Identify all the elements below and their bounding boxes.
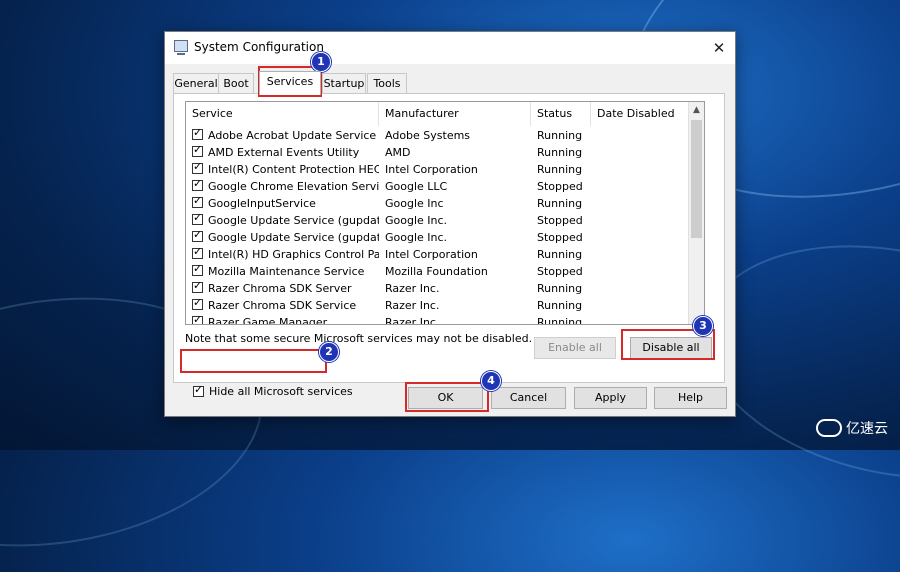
- service-name: Mozilla Maintenance Service: [208, 265, 365, 278]
- watermark-logo: 亿速云: [816, 418, 888, 438]
- column-header-service[interactable]: Service: [186, 102, 379, 126]
- apply-button[interactable]: Apply: [574, 387, 647, 409]
- table-row[interactable]: Razer Chroma SDK Server Razer Inc. Runni…: [186, 279, 688, 297]
- service-status: Stopped: [537, 231, 583, 244]
- list-header: Service Manufacturer Status Date Disable…: [186, 102, 688, 126]
- hide-microsoft-services-label: Hide all Microsoft services: [209, 385, 353, 398]
- service-status: Stopped: [537, 265, 583, 278]
- service-status: Running: [537, 197, 583, 210]
- service-checkbox[interactable]: [192, 160, 203, 174]
- tab-boot[interactable]: Boot: [218, 73, 254, 93]
- step-badge-2: 2: [319, 342, 339, 362]
- step-badge-3: 3: [693, 316, 713, 336]
- services-list: Service Manufacturer Status Date Disable…: [185, 101, 705, 325]
- service-manufacturer: AMD: [385, 146, 411, 159]
- service-checkbox[interactable]: [192, 262, 203, 276]
- service-manufacturer: Razer Inc.: [385, 299, 440, 312]
- table-row[interactable]: Google Update Service (gupdate) Google I…: [186, 211, 688, 229]
- service-checkbox[interactable]: [192, 279, 203, 293]
- column-header-date-disabled[interactable]: Date Disabled: [591, 102, 688, 126]
- tab-tools[interactable]: Tools: [367, 73, 407, 93]
- step-badge-1: 1: [311, 52, 331, 72]
- cancel-button[interactable]: Cancel: [491, 387, 566, 409]
- tab-startup[interactable]: Startup: [322, 73, 366, 93]
- column-header-manufacturer[interactable]: Manufacturer: [379, 102, 531, 126]
- service-manufacturer: Adobe Systems: [385, 129, 471, 142]
- service-name: Google Update Service (gupdate): [208, 214, 379, 227]
- tab-general[interactable]: General: [173, 73, 219, 93]
- table-row[interactable]: Google Chrome Elevation Service Google L…: [186, 177, 688, 195]
- service-name: Google Update Service (gupdatem): [208, 231, 379, 244]
- service-manufacturer: Intel Corporation: [385, 163, 478, 176]
- service-checkbox[interactable]: [192, 126, 203, 140]
- service-status: Stopped: [537, 180, 583, 193]
- service-status: Running: [537, 129, 583, 142]
- table-row[interactable]: AMD External Events Utility AMD Running: [186, 143, 688, 161]
- step-badge-4: 4: [481, 371, 501, 391]
- service-name: AMD External Events Utility: [208, 146, 360, 159]
- service-name: Razer Chroma SDK Server: [208, 282, 352, 295]
- service-checkbox[interactable]: [192, 296, 203, 310]
- service-checkbox[interactable]: [192, 143, 203, 157]
- watermark-text: 亿速云: [846, 421, 888, 437]
- enable-all-button[interactable]: Enable all: [534, 337, 616, 359]
- service-checkbox[interactable]: [192, 313, 203, 324]
- service-checkbox[interactable]: [192, 245, 203, 259]
- close-icon: ✕: [712, 39, 726, 57]
- service-name: Intel(R) Content Protection HEC...: [208, 163, 379, 176]
- service-checkbox[interactable]: [192, 177, 203, 191]
- service-name: Razer Chroma SDK Service: [208, 299, 357, 312]
- service-name: Razer Game Manager: [208, 316, 328, 325]
- service-checkbox[interactable]: [192, 194, 203, 208]
- service-status: Running: [537, 163, 583, 176]
- column-header-status[interactable]: Status: [531, 102, 591, 126]
- service-name: Intel(R) HD Graphics Control Pa...: [208, 248, 379, 261]
- service-name: Google Chrome Elevation Service: [208, 180, 379, 193]
- service-manufacturer: Razer Inc.: [385, 282, 440, 295]
- service-status: Running: [537, 316, 583, 325]
- service-manufacturer: Google Inc: [385, 197, 444, 210]
- service-status: Running: [537, 299, 583, 312]
- service-manufacturer: Intel Corporation: [385, 248, 478, 261]
- service-name: GoogleInputService: [208, 197, 316, 210]
- service-status: Running: [537, 146, 583, 159]
- service-status: Running: [537, 248, 583, 261]
- service-checkbox[interactable]: [192, 228, 203, 242]
- list-scrollbar[interactable]: ▲: [688, 102, 704, 324]
- scroll-thumb[interactable]: [691, 120, 702, 238]
- service-manufacturer: Google LLC: [385, 180, 448, 193]
- table-row[interactable]: Razer Game Manager Razer Inc Running: [186, 313, 688, 325]
- service-checkbox[interactable]: [192, 211, 203, 225]
- scroll-up-icon[interactable]: ▲: [689, 102, 704, 118]
- help-button[interactable]: Help: [654, 387, 727, 409]
- table-row[interactable]: Google Update Service (gupdatem) Google …: [186, 228, 688, 246]
- close-button[interactable]: ✕: [703, 32, 735, 64]
- service-manufacturer: Mozilla Foundation: [385, 265, 488, 278]
- table-row[interactable]: Razer Chroma SDK Service Razer Inc. Runn…: [186, 296, 688, 314]
- title-bar[interactable]: System Configuration ✕: [165, 32, 735, 64]
- table-row[interactable]: Adobe Acrobat Update Service Adobe Syste…: [186, 126, 688, 144]
- tab-services[interactable]: Services: [259, 71, 321, 95]
- table-row[interactable]: Intel(R) Content Protection HEC... Intel…: [186, 160, 688, 178]
- table-row[interactable]: Intel(R) HD Graphics Control Pa... Intel…: [186, 245, 688, 263]
- highlight-ok: [405, 382, 489, 412]
- window-title: System Configuration: [194, 40, 324, 54]
- service-status: Running: [537, 282, 583, 295]
- service-name: Adobe Acrobat Update Service: [208, 129, 377, 142]
- hide-microsoft-services-checkbox[interactable]: [193, 383, 204, 397]
- service-status: Stopped: [537, 214, 583, 227]
- highlight-hide-microsoft-services: [180, 349, 327, 373]
- cloud-icon: [816, 419, 842, 437]
- secure-services-note: Note that some secure Microsoft services…: [185, 332, 533, 345]
- table-row[interactable]: GoogleInputService Google Inc Running: [186, 194, 688, 212]
- service-manufacturer: Google Inc.: [385, 214, 448, 227]
- service-manufacturer: Google Inc.: [385, 231, 448, 244]
- app-icon: [174, 40, 188, 55]
- table-row[interactable]: Mozilla Maintenance Service Mozilla Foun…: [186, 262, 688, 280]
- service-manufacturer: Razer Inc: [385, 316, 436, 325]
